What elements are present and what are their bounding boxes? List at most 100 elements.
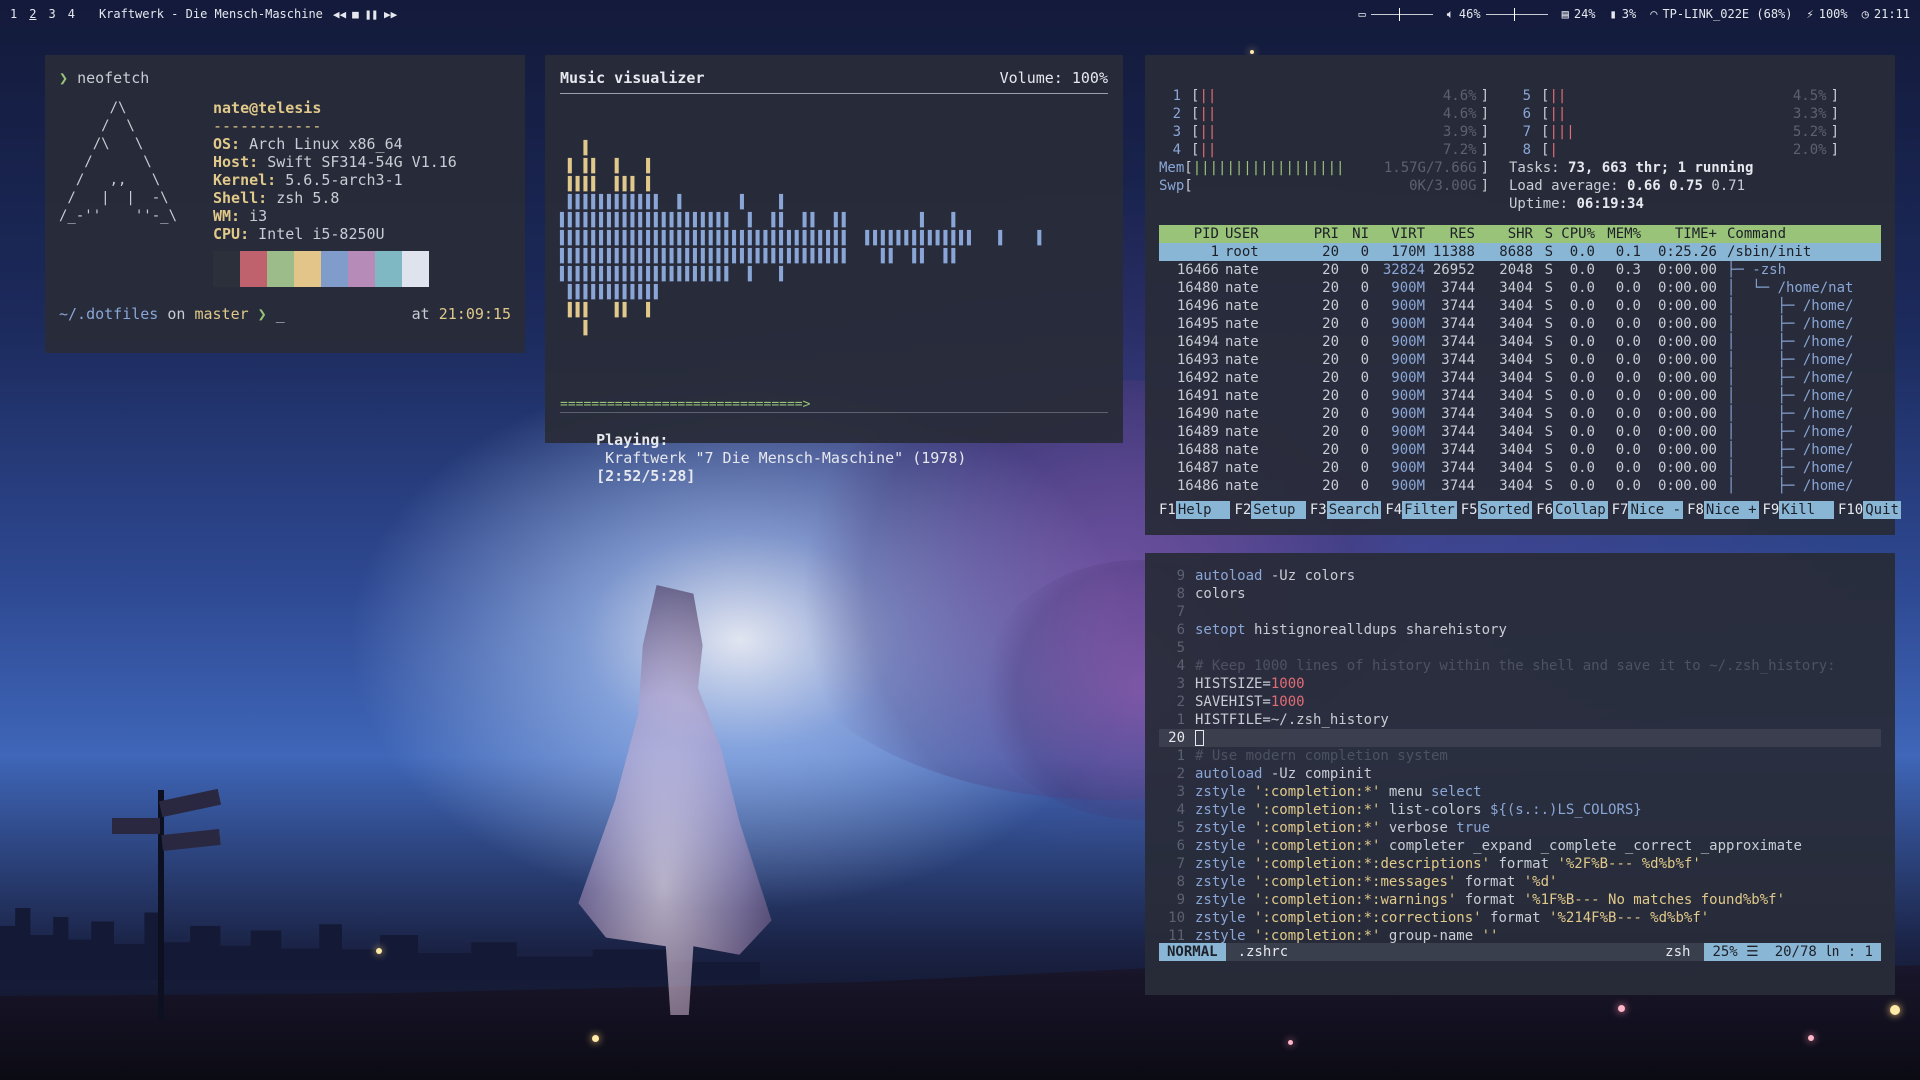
code-line[interactable]: 3 zstyle ':completion:*' menu select	[1159, 783, 1881, 801]
process-row[interactable]: 16466 nate 20 0 32824 26952 2048 S 0.0 0.3 0:00.00…	[1159, 261, 1881, 279]
fkey-f9[interactable]: F9	[1763, 501, 1780, 519]
process-cmd: │ ├─ /home/	[1727, 406, 1854, 422]
code-line[interactable]: 7 zstyle ':completion:*:descriptions' for…	[1159, 855, 1881, 873]
column-header[interactable]: VIRT	[1369, 225, 1425, 243]
fkey-label[interactable]: Collap	[1553, 501, 1608, 519]
load-5: 0.75	[1669, 178, 1703, 194]
process-row[interactable]: 16490 nate 20 0 900M 3744 3404 S 0.0 0.0 0:00.00 │ …	[1159, 405, 1881, 423]
code-line[interactable]: 20	[1159, 729, 1881, 747]
fkey-f8[interactable]: F8	[1687, 501, 1704, 519]
code-line[interactable]: 4 # Keep 1000 lines of history within the…	[1159, 657, 1881, 675]
code-line[interactable]: 3 HISTSIZE=1000	[1159, 675, 1881, 693]
workspace-1[interactable]: 1	[10, 7, 17, 21]
code-line[interactable]: 1 HISTFILE=~/.zsh_history	[1159, 711, 1881, 729]
process-row[interactable]: 16489 nate 20 0 900M 3744 3404 S 0.0 0.0 0:00.00 │ …	[1159, 423, 1881, 441]
playback-progress[interactable]: ===============================>	[560, 397, 1108, 413]
fkey-label[interactable]: Nice +	[1703, 501, 1759, 519]
fkey-label[interactable]: Sorted	[1477, 501, 1533, 519]
column-header[interactable]: PID	[1159, 225, 1225, 243]
code-token: colors	[1195, 586, 1246, 602]
process-row[interactable]: 16492 nate 20 0 900M 3744 3404 S 0.0 0.0 0:00.00 │ …	[1159, 369, 1881, 387]
process-row[interactable]: 16495 nate 20 0 900M 3744 3404 S 0.0 0.0 0:00.00 │ …	[1159, 315, 1881, 333]
column-header[interactable]: PRI	[1297, 225, 1339, 243]
wifi-value: TP-LINK_022E (68%)	[1662, 7, 1793, 21]
process-row[interactable]: 16491 nate 20 0 900M 3744 3404 S 0.0 0.0 0:00.00 │ …	[1159, 387, 1881, 405]
code-line[interactable]: 2 autoload -Uz compinit	[1159, 765, 1881, 783]
volume-slider[interactable]	[1485, 7, 1548, 21]
process-table-header[interactable]: PID USER PRI NI VIRT RES SHR S CPU% MEM% TIME+ Comm…	[1159, 225, 1881, 243]
process-res: 11388	[1432, 244, 1475, 260]
fkey-f5[interactable]: F5	[1461, 501, 1478, 519]
next-track-icon[interactable]: ▶▶	[384, 8, 397, 21]
process-row[interactable]: 16496 nate 20 0 900M 3744 3404 S 0.0 0.0 0:00.00 │ …	[1159, 297, 1881, 315]
code-line[interactable]: 9 zstyle ':completion:*:warnings' format …	[1159, 891, 1881, 909]
fkey-label[interactable]: Kill	[1779, 501, 1834, 519]
code-line[interactable]: 8 colors	[1159, 585, 1881, 603]
column-header[interactable]: CPU%	[1553, 225, 1595, 243]
process-row[interactable]: 16488 nate 20 0 900M 3744 3404 S 0.0 0.0 0:00.00 │ …	[1159, 441, 1881, 459]
music-visualizer-terminal[interactable]: Music visualizer Volume: 100% ▌ ▌ ▌▌ ▌ ▌…	[545, 55, 1123, 485]
process-cpu: 0.0	[1569, 262, 1595, 278]
code-line[interactable]: 4 zstyle ':completion:*' list-colors ${(s…	[1159, 801, 1881, 819]
volume-knob[interactable]	[1514, 7, 1516, 21]
workspace-2[interactable]: 2	[29, 7, 36, 21]
code-line[interactable]: 9 autoload -Uz colors	[1159, 567, 1881, 585]
fkey-label[interactable]: Filter	[1402, 501, 1457, 519]
code-line[interactable]: 7	[1159, 603, 1881, 621]
fkey-label[interactable]: Search	[1326, 501, 1382, 519]
fkey-f2[interactable]: F2	[1234, 501, 1251, 519]
workspace-3[interactable]: 3	[48, 7, 55, 21]
volume-control[interactable]: 🔈︎ 46%	[1447, 7, 1548, 22]
code-line[interactable]: 10 zstyle ':completion:*:corrections' for…	[1159, 909, 1881, 927]
shell-prompt[interactable]: ~/.dotfiles on master ❯ _ at 21:09:15	[59, 305, 511, 323]
column-header[interactable]: NI	[1339, 225, 1369, 243]
fkey-label[interactable]: Help	[1175, 501, 1231, 519]
fkey-f7[interactable]: F7	[1612, 501, 1629, 519]
column-header[interactable]: Command	[1717, 225, 1786, 243]
brightness-control[interactable]: ▭	[1358, 7, 1433, 21]
process-row[interactable]: 16480 nate 20 0 900M 3744 3404 S 0.0 0.0 0:00.00 │ …	[1159, 279, 1881, 297]
process-mem: 0.0	[1615, 460, 1641, 476]
neofetch-terminal[interactable]: ❯ neofetch /\ / \ /\ \ / \ / ,, \ / | | …	[45, 55, 525, 353]
pause-icon[interactable]: ❚❚	[365, 8, 378, 21]
fkey-f6[interactable]: F6	[1536, 501, 1553, 519]
column-header[interactable]: RES	[1425, 225, 1475, 243]
process-row[interactable]: 1 root 20 0 170M 11388 8688 S 0.0 0.1 0:25.26/sbin…	[1159, 243, 1881, 261]
code-line[interactable]: 1 # Use modern completion system	[1159, 747, 1881, 765]
process-row[interactable]: 16494 nate 20 0 900M 3744 3404 S 0.0 0.0 0:00.00 │ …	[1159, 333, 1881, 351]
code-line[interactable]: 5 zstyle ':completion:*' verbose true	[1159, 819, 1881, 837]
code-line[interactable]: 6 zstyle ':completion:*' completer _expan…	[1159, 837, 1881, 855]
editor-buffer[interactable]: 9 autoload -Uz colors 8 colors 7 6 setopt hist…	[1159, 567, 1881, 945]
code-line[interactable]: 5	[1159, 639, 1881, 657]
fkey-label[interactable]: Nice -	[1628, 501, 1684, 519]
code-line[interactable]: 2 SAVEHIST=1000	[1159, 693, 1881, 711]
fkey-f4[interactable]: F4	[1385, 501, 1402, 519]
logo-art-line: /\ \	[59, 136, 144, 152]
fkey-label[interactable]: Quit	[1863, 501, 1901, 519]
process-table[interactable]: 1 root 20 0 170M 11388 8688 S 0.0 0.1 0:25.26/sbin…	[1159, 243, 1881, 495]
stop-icon[interactable]: ■	[352, 8, 359, 21]
process-row[interactable]: 16487 nate 20 0 900M 3744 3404 S 0.0 0.0 0:00.00 │ …	[1159, 459, 1881, 477]
wifi-indicator[interactable]: ◠ TP-LINK_022E (68%)	[1650, 7, 1792, 21]
previous-track-icon[interactable]: ◀◀	[333, 8, 346, 21]
brightness-knob[interactable]	[1399, 7, 1401, 21]
code-line[interactable]: 8 zstyle ':completion:*:messages' format …	[1159, 873, 1881, 891]
workspace-4[interactable]: 4	[68, 7, 75, 21]
fkey-label[interactable]: Setup	[1251, 501, 1306, 519]
column-header[interactable]: S	[1533, 225, 1553, 243]
vim-editor[interactable]: 9 autoload -Uz colors 8 colors 7 6 setopt hist…	[1145, 553, 1895, 995]
process-row[interactable]: 16493 nate 20 0 900M 3744 3404 S 0.0 0.0 0:00.00 │ …	[1159, 351, 1881, 369]
fkey-f10[interactable]: F10	[1838, 501, 1863, 519]
process-row[interactable]: 16486 nate 20 0 900M 3744 3404 S 0.0 0.0 0:00.00 │ …	[1159, 477, 1881, 495]
column-header[interactable]: MEM%	[1595, 225, 1641, 243]
htop-terminal[interactable]: 1[|| 4.6%] 2[|| 4.6%] 3[|| 3.9%] 4[|| 7.2%] 5[|…	[1145, 55, 1901, 535]
code-token: zstyle	[1195, 928, 1246, 944]
fkey-f3[interactable]: F3	[1310, 501, 1327, 519]
column-header[interactable]: SHR	[1475, 225, 1533, 243]
column-header[interactable]: TIME+	[1641, 225, 1717, 243]
code-line[interactable]: 6 setopt histignorealldups sharehistory	[1159, 621, 1881, 639]
brightness-slider[interactable]	[1370, 7, 1433, 21]
fkey-f1[interactable]: F1	[1159, 501, 1176, 519]
code-token: -Uz colors	[1262, 568, 1356, 584]
column-header[interactable]: USER	[1225, 225, 1297, 243]
